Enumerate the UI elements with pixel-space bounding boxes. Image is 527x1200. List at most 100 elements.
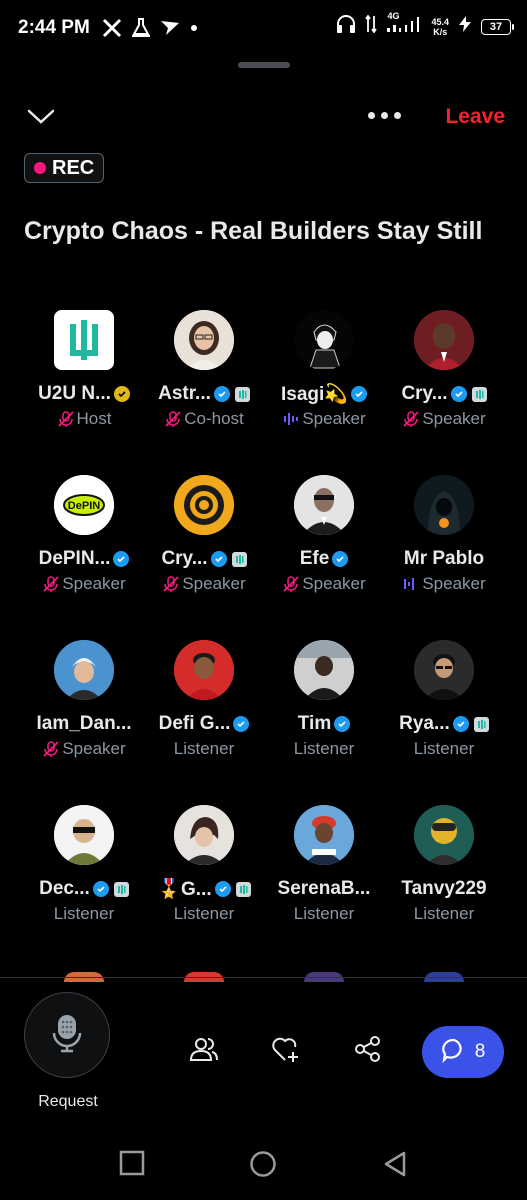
request-label: Request bbox=[38, 1093, 98, 1110]
status-indicators: 4G 45.4 K/s 37 bbox=[335, 11, 514, 39]
verified-icon bbox=[210, 551, 227, 567]
avatar bbox=[414, 475, 474, 535]
react-button[interactable] bbox=[268, 1033, 304, 1069]
participant-name: Iam_Dan... bbox=[36, 713, 132, 734]
avatar bbox=[294, 640, 354, 700]
recording-badge: REC bbox=[24, 153, 105, 183]
participant-card[interactable]: Astr... Co-host bbox=[144, 310, 264, 475]
participant-card[interactable]: Tanvy229 Listener bbox=[384, 805, 504, 970]
verified-icon bbox=[113, 551, 130, 567]
participant-role: Speaker bbox=[302, 574, 366, 593]
avatar: DePIN bbox=[54, 475, 114, 535]
avatar bbox=[174, 805, 234, 865]
microphone-icon bbox=[52, 1013, 82, 1058]
participant-role: Listener bbox=[293, 739, 355, 758]
svg-text:DePIN: DePIN bbox=[68, 500, 100, 512]
charging-icon bbox=[457, 15, 473, 38]
participant-card[interactable]: Cry... Speaker bbox=[144, 475, 264, 640]
participant-role: Host bbox=[76, 409, 112, 428]
affiliate-icon bbox=[473, 716, 489, 732]
verified-icon bbox=[233, 716, 250, 732]
status-time: 2:44 PM bbox=[18, 16, 90, 38]
home-circle-icon[interactable] bbox=[249, 1150, 277, 1183]
participant-card[interactable]: Mr Pablo Speaker bbox=[384, 475, 504, 640]
avatar bbox=[294, 310, 354, 370]
participant-card[interactable]: SerenaB... Listener bbox=[264, 805, 384, 970]
space-title: Crypto Chaos - Real Builders Stay Still bbox=[24, 217, 483, 245]
affiliate-icon bbox=[235, 881, 251, 897]
avatar bbox=[54, 805, 114, 865]
verified-icon bbox=[450, 386, 467, 402]
participant-role: Speaker bbox=[302, 409, 366, 428]
back-triangle-icon[interactable] bbox=[382, 1150, 408, 1183]
participant-name: Cry... bbox=[401, 383, 448, 404]
participant-card[interactable]: Isagi💫 Speaker bbox=[264, 310, 384, 475]
affiliate-icon bbox=[231, 551, 247, 567]
speaking-wave-icon bbox=[282, 411, 300, 427]
participant-role: Listener bbox=[173, 739, 235, 758]
participant-role: Speaker bbox=[62, 574, 126, 593]
participant-role: Listener bbox=[413, 739, 475, 758]
participant-card[interactable]: DePIN DePIN... Speaker bbox=[24, 475, 144, 640]
heart-plus-icon bbox=[271, 1035, 301, 1068]
verified-icon bbox=[332, 551, 349, 567]
verified-icon bbox=[214, 881, 231, 897]
avatar bbox=[174, 475, 234, 535]
participant-name: Efe bbox=[299, 548, 330, 569]
verified-icon bbox=[334, 716, 351, 732]
participant-name: Astr... bbox=[158, 383, 211, 404]
comments-button[interactable]: 8 bbox=[422, 1026, 504, 1078]
participant-card[interactable]: Dec... Listener bbox=[24, 805, 144, 970]
sheet-drag-handle[interactable] bbox=[238, 62, 290, 68]
avatar bbox=[414, 805, 474, 865]
participant-card[interactable]: Tim Listener bbox=[264, 640, 384, 805]
more-options-icon[interactable] bbox=[368, 112, 401, 119]
avatar bbox=[414, 640, 474, 700]
participant-name: Cry... bbox=[161, 548, 208, 569]
affiliate-icon bbox=[471, 386, 487, 402]
speaking-wave-icon bbox=[402, 576, 420, 592]
participant-role: Listener bbox=[293, 904, 355, 923]
participant-card[interactable]: Defi G... Listener bbox=[144, 640, 264, 805]
x-logo-icon bbox=[102, 18, 122, 38]
avatar bbox=[174, 640, 234, 700]
network-speed: 45.4 K/s bbox=[431, 17, 449, 37]
chevron-down-icon[interactable] bbox=[26, 106, 56, 131]
participant-name: DePIN... bbox=[38, 548, 111, 569]
participant-role: Speaker bbox=[422, 409, 486, 428]
participant-name: U2U N... bbox=[38, 383, 111, 404]
verified-icon bbox=[213, 386, 230, 402]
people-icon bbox=[189, 1036, 219, 1067]
participant-name: Mr Pablo bbox=[403, 548, 485, 569]
participant-role: Speaker bbox=[182, 574, 246, 593]
muted-mic-icon bbox=[402, 410, 420, 428]
participant-card[interactable]: Cry... Speaker bbox=[384, 310, 504, 475]
request-mic-button[interactable] bbox=[24, 992, 110, 1078]
participant-name: Rya... bbox=[399, 713, 450, 734]
participant-name: SerenaB... bbox=[277, 878, 371, 899]
participant-card[interactable]: Efe Speaker bbox=[264, 475, 384, 640]
participant-name: Defi G... bbox=[158, 713, 231, 734]
recents-square-icon[interactable] bbox=[119, 1150, 145, 1181]
share-button[interactable] bbox=[350, 1033, 386, 1069]
participant-role: Speaker bbox=[422, 574, 486, 593]
participant-card[interactable]: Iam_Dan... Speaker bbox=[24, 640, 144, 805]
leave-button[interactable]: Leave bbox=[445, 105, 505, 129]
battery-indicator: 37 bbox=[481, 18, 514, 35]
affiliate-icon bbox=[113, 881, 129, 897]
chat-bubble-icon bbox=[441, 1037, 467, 1068]
participant-card[interactable]: 🎖️G... Listener bbox=[144, 805, 264, 970]
speed-unit: K/s bbox=[433, 26, 448, 37]
verified-gold-icon bbox=[113, 386, 130, 402]
participant-card[interactable]: U2U N... Host bbox=[24, 310, 144, 475]
network-type: 4G bbox=[387, 11, 400, 21]
participant-card[interactable]: Rya... Listener bbox=[384, 640, 504, 805]
space-header: Leave bbox=[0, 100, 527, 136]
verified-icon bbox=[452, 716, 469, 732]
data-arrows-icon bbox=[365, 14, 378, 38]
muted-mic-icon bbox=[282, 575, 300, 593]
participant-name: Isagi💫 bbox=[281, 384, 348, 405]
people-button[interactable] bbox=[186, 1033, 222, 1069]
participant-name: Dec... bbox=[39, 878, 90, 899]
participant-role: Listener bbox=[173, 904, 235, 923]
